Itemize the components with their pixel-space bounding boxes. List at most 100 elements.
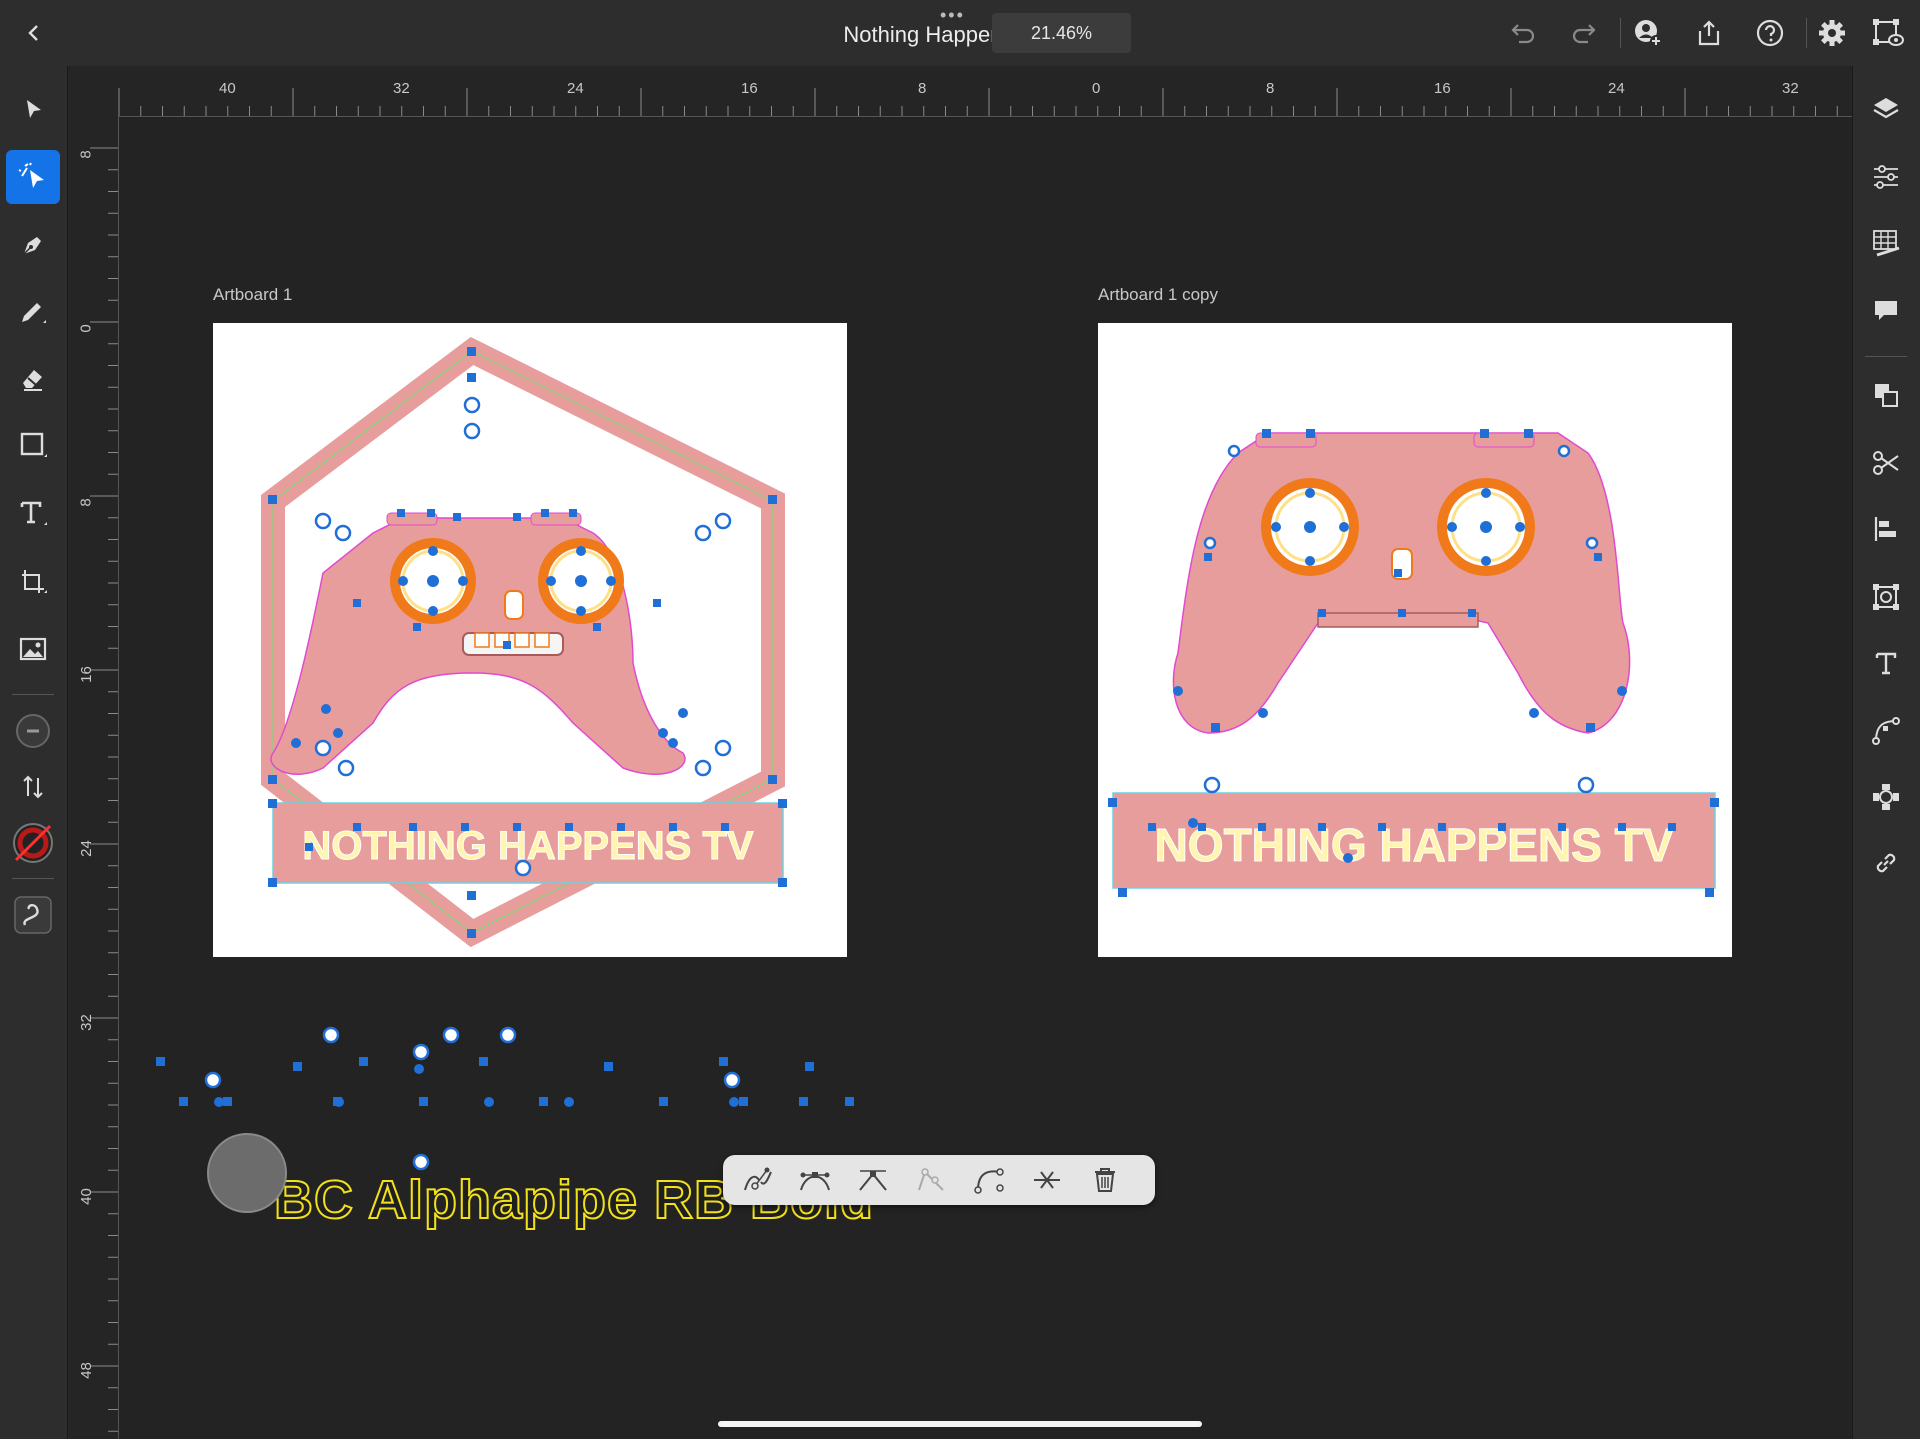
type-button[interactable]	[1863, 640, 1909, 686]
scissors-icon	[1873, 451, 1899, 475]
ruler-label: 8	[77, 498, 95, 507]
divider	[12, 878, 54, 879]
text-t-icon	[20, 501, 47, 525]
ruler-ticks	[118, 88, 1838, 116]
text-tool[interactable]	[6, 486, 60, 540]
zoom-level[interactable]: 21.46%	[992, 13, 1131, 53]
trash-icon	[1095, 1168, 1115, 1192]
curve-path-icon	[974, 1168, 1004, 1194]
eraser-icon	[23, 370, 42, 391]
layers-icon	[1873, 98, 1899, 119]
ruler-label: 48	[77, 1362, 95, 1379]
ruler-label: 16	[1434, 80, 1451, 97]
properties-button[interactable]	[1863, 154, 1909, 200]
node-editing-toolbar	[723, 1155, 1155, 1205]
ruler-label: 8	[1266, 80, 1275, 97]
ruler-label: 0	[1092, 80, 1101, 97]
path-button[interactable]	[1863, 708, 1909, 754]
link-button[interactable]	[1863, 840, 1909, 886]
grid-button[interactable]	[1863, 220, 1909, 266]
smooth-path-icon	[14, 896, 52, 934]
ruler-label: 32	[1782, 80, 1799, 97]
pen-nib-icon	[23, 237, 41, 255]
artboard-1-copy[interactable]: NOTHING HAPPENS TV	[1098, 323, 1732, 957]
delete-point-button[interactable]	[1085, 1162, 1125, 1198]
artboard-1-copy-artwork[interactable]: NOTHING HAPPENS TV	[1098, 323, 1732, 957]
join-points-icon	[1034, 1171, 1060, 1189]
image-tool[interactable]	[6, 622, 60, 676]
undo-button[interactable]	[1507, 17, 1539, 49]
canvas[interactable]: Artboard 1 NOTHING HAPPENS TV Artboard 1…	[119, 117, 1852, 1439]
arrange-icon	[1875, 384, 1898, 407]
arrange-button[interactable]	[1863, 372, 1909, 418]
comments-button[interactable]	[1863, 288, 1909, 334]
artboard-1[interactable]: NOTHING HAPPENS TV	[213, 323, 847, 957]
boolean-button[interactable]	[1863, 574, 1909, 620]
banner-text[interactable]: NOTHING HAPPENS TV	[1154, 819, 1674, 872]
banner-text[interactable]: NOTHING HAPPENS TV	[302, 824, 754, 869]
share-button[interactable]	[1693, 17, 1725, 49]
direct-select-tool[interactable]	[6, 150, 60, 204]
invite-user-icon	[1635, 20, 1662, 47]
join-points-button[interactable]	[1027, 1162, 1067, 1198]
asymmetric-point-icon	[918, 1168, 944, 1191]
eraser-tool[interactable]	[6, 352, 60, 406]
corner-point-button[interactable]	[853, 1162, 893, 1198]
divider	[1806, 18, 1807, 48]
divider	[1865, 356, 1907, 357]
swap-tool[interactable]	[6, 760, 60, 814]
pencil-tool[interactable]	[6, 286, 60, 340]
chevron-left-icon	[28, 25, 38, 41]
artboard-1-artwork[interactable]: NOTHING HAPPENS TV	[213, 323, 847, 957]
arrow-pointer-icon	[27, 100, 41, 118]
bounding-box-icon	[1873, 584, 1899, 610]
ruler-ticks	[90, 147, 118, 1432]
back-button[interactable]	[18, 17, 50, 49]
preview-button[interactable]	[1872, 17, 1904, 49]
select-tool[interactable]	[6, 82, 60, 136]
pen-tool[interactable]	[6, 218, 60, 272]
left-toolbar	[0, 66, 68, 1439]
swap-arrows-icon	[23, 775, 43, 799]
smooth-point-button[interactable]	[795, 1162, 835, 1198]
horizontal-ruler: 40 32 24 16 8 0 8 16 24 32	[68, 66, 1852, 117]
shape-tool[interactable]	[6, 418, 60, 472]
break-path-button[interactable]	[737, 1162, 777, 1198]
link-icon	[1876, 853, 1896, 873]
artboard-label[interactable]: Artboard 1 copy	[1098, 285, 1218, 305]
more-dots-icon[interactable]: •••	[940, 6, 965, 24]
redo-button[interactable]	[1568, 17, 1600, 49]
help-button[interactable]	[1754, 17, 1786, 49]
settings-button[interactable]	[1816, 17, 1848, 49]
smooth-point-icon	[800, 1172, 830, 1191]
component-icon	[1873, 784, 1899, 810]
fill-stroke-icon	[13, 823, 53, 863]
image-icon	[19, 637, 47, 661]
gear-icon	[1819, 20, 1845, 46]
direct-select-icon	[18, 162, 44, 188]
smooth-tool[interactable]	[6, 888, 60, 942]
minus-circle-icon	[16, 714, 50, 748]
convert-curve-button[interactable]	[969, 1162, 1009, 1198]
ruler-label: 24	[1608, 80, 1625, 97]
align-left-icon	[1874, 517, 1896, 541]
transform-tool[interactable]	[6, 554, 60, 608]
repeat-grid-button[interactable]	[1863, 774, 1909, 820]
align-button[interactable]	[1863, 506, 1909, 552]
fill-stroke-tool[interactable]	[6, 816, 60, 870]
redo-icon	[1572, 24, 1596, 44]
pencil-icon	[22, 303, 46, 323]
artboard-label[interactable]: Artboard 1	[213, 285, 292, 305]
layer-minus-tool[interactable]	[6, 704, 60, 758]
top-bar: ••• Nothing Happens* 21.46%	[0, 0, 1920, 67]
home-indicator	[718, 1421, 1202, 1427]
touch-modifier-button[interactable]	[207, 1133, 287, 1213]
invite-button[interactable]	[1632, 17, 1664, 49]
share-icon	[1698, 20, 1720, 46]
scissors-button[interactable]	[1863, 440, 1909, 486]
ruler-label: 24	[77, 840, 95, 857]
asymmetric-point-button[interactable]	[911, 1162, 951, 1198]
path-curve-icon	[1872, 717, 1900, 745]
layers-button[interactable]	[1863, 86, 1909, 132]
document-title[interactable]: Nothing Happens*	[760, 22, 1022, 48]
